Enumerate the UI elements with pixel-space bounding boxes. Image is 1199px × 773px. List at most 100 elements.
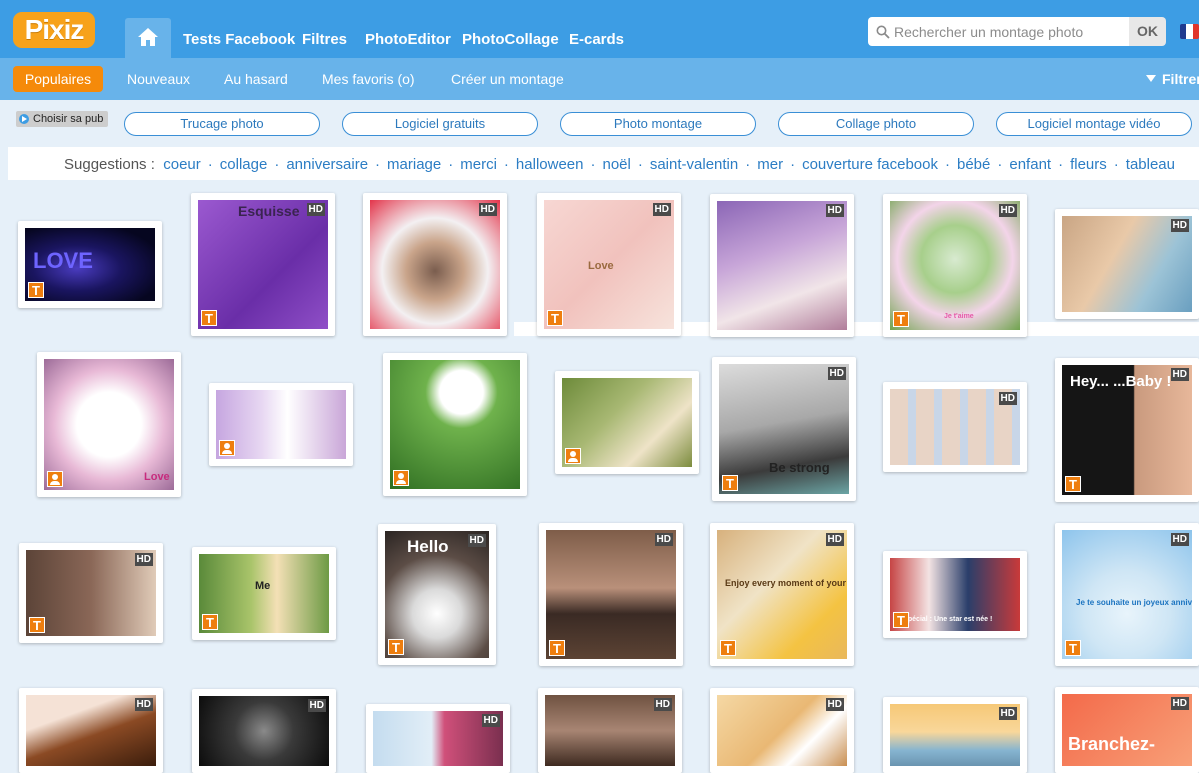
montage-card[interactable]: HD	[363, 193, 507, 336]
suggestion-separator: ·	[790, 156, 796, 173]
suggestion-link[interactable]: halloween	[516, 156, 584, 173]
hd-badge: HD	[998, 204, 1017, 217]
french-flag-icon[interactable]	[1180, 24, 1199, 39]
text-template-icon: T	[549, 640, 565, 656]
montage-card[interactable]: Esquisse HD T	[191, 193, 335, 336]
nav-tests-facebook[interactable]: Tests Facebook	[183, 31, 295, 48]
pill-logiciel-gratuits[interactable]: Logiciel gratuits	[342, 112, 538, 136]
montage-card[interactable]: Je te souhaite un joyeux anniversaire HD T	[1055, 523, 1199, 666]
suggestion-link[interactable]: anniversaire	[286, 156, 368, 173]
montage-card[interactable]: Enjoy every moment of your life HD T	[710, 523, 854, 666]
hd-badge: HD	[1170, 368, 1189, 381]
sub-navigation-bar: Populaires Nouveaux Au hasard Mes favori…	[0, 58, 1199, 100]
montage-card[interactable]: HD T	[19, 543, 163, 643]
montage-card[interactable]	[383, 353, 527, 496]
montage-thumbnail: Hey... ...Baby ! HD T	[1062, 365, 1192, 495]
montage-thumbnail: Je t'aime HD T	[890, 201, 1020, 330]
montage-card[interactable]: Me T	[192, 547, 336, 640]
montage-card[interactable]: Love HD T	[537, 193, 681, 336]
tab-nouveaux[interactable]: Nouveaux	[127, 71, 190, 87]
montage-card[interactable]: HD	[710, 194, 854, 337]
nav-filtres[interactable]: Filtres	[302, 31, 347, 48]
nav-photoeditor[interactable]: PhotoEditor	[365, 31, 451, 48]
suggestion-link[interactable]: saint-valentin	[650, 156, 738, 173]
montage-card[interactable]: HD	[883, 697, 1027, 773]
montage-card[interactable]: Branchez- HD	[1055, 687, 1199, 773]
suggestion-link[interactable]: coeur	[163, 156, 201, 173]
montage-card[interactable]: spécial : Une star est née ! T	[883, 551, 1027, 638]
thumbnail-caption: Esquisse	[238, 203, 300, 219]
hd-badge: HD	[825, 533, 844, 546]
suggestion-separator: ·	[274, 156, 280, 173]
pill-collage-photo[interactable]: Collage photo	[778, 112, 974, 136]
search-input[interactable]	[894, 21, 1122, 42]
montage-card[interactable]: LOVE T	[18, 221, 162, 308]
person-icon	[47, 471, 63, 487]
pill-photo-montage[interactable]: Photo montage	[560, 112, 756, 136]
thumbnail-caption: Me	[255, 580, 271, 592]
montage-thumbnail: HD T	[546, 530, 676, 659]
search-icon	[876, 25, 890, 39]
suggestion-link[interactable]: bébé	[957, 156, 990, 173]
choose-ad-label: Choisir sa pub	[33, 113, 104, 125]
tab-populaires[interactable]: Populaires	[13, 66, 103, 92]
search-box	[868, 17, 1129, 46]
thumbnail-caption: Je te souhaite un joyeux anniversaire	[1076, 598, 1192, 607]
home-tab[interactable]	[125, 18, 171, 58]
text-template-icon: T	[722, 475, 738, 491]
choose-ad-button[interactable]: Choisir sa pub	[16, 111, 108, 127]
montage-thumbnail	[216, 390, 346, 459]
montage-thumbnail: Esquisse HD T	[198, 200, 328, 329]
top-navigation-bar: Pixiz Tests Facebook Filtres PhotoEditor…	[0, 0, 1199, 58]
montage-thumbnail: Be strong HD T	[719, 364, 849, 494]
montage-thumbnail: Love	[44, 359, 174, 490]
nav-ecards[interactable]: E-cards	[569, 31, 624, 48]
text-template-icon: T	[720, 640, 736, 656]
tab-creer-montage[interactable]: Créer un montage	[451, 71, 564, 87]
nav-photocollage[interactable]: PhotoCollage	[462, 31, 559, 48]
montage-card[interactable]: HD T	[539, 523, 683, 666]
text-template-icon: T	[202, 614, 218, 630]
thumbnail-caption: LOVE	[33, 248, 93, 273]
tab-au-hasard[interactable]: Au hasard	[224, 71, 288, 87]
pill-logiciel-montage-video[interactable]: Logiciel montage vidéo	[996, 112, 1192, 136]
montage-card[interactable]: HD	[366, 704, 510, 773]
suggestion-separator: ·	[503, 156, 509, 173]
suggestion-separator: ·	[375, 156, 381, 173]
pixiz-logo[interactable]: Pixiz	[13, 12, 95, 48]
suggestion-link[interactable]: tableau	[1126, 156, 1175, 173]
hd-badge: HD	[998, 707, 1017, 720]
tab-mes-favoris[interactable]: Mes favoris (o)	[322, 71, 415, 87]
montage-card[interactable]: Be strong HD T	[712, 357, 856, 501]
hd-badge: HD	[1170, 533, 1189, 546]
hd-badge: HD	[652, 203, 671, 216]
pill-trucage-photo[interactable]: Trucage photo	[124, 112, 320, 136]
montage-card[interactable]: HD	[192, 689, 336, 773]
montage-card[interactable]: HD	[19, 688, 163, 773]
montage-card[interactable]: Hey... ...Baby ! HD T	[1055, 358, 1199, 502]
montage-card[interactable]: HD	[1055, 209, 1199, 319]
montage-card[interactable]	[555, 371, 699, 474]
thumbnail-caption: Be strong	[769, 460, 830, 475]
suggestion-link[interactable]: couverture facebook	[802, 156, 938, 173]
suggestion-link[interactable]: enfant	[1009, 156, 1051, 173]
suggestion-separator: ·	[448, 156, 454, 173]
montage-card[interactable]: HD	[710, 688, 854, 773]
montage-card[interactable]	[209, 383, 353, 466]
montage-card[interactable]: Hello HD T	[378, 524, 496, 665]
montage-card[interactable]: Love	[37, 352, 181, 497]
montage-thumbnail: Branchez- HD	[1062, 694, 1192, 766]
suggestion-link[interactable]: fleurs	[1070, 156, 1107, 173]
suggestion-link[interactable]: noël	[602, 156, 630, 173]
search-ok-button[interactable]: OK	[1129, 17, 1166, 46]
suggestion-link[interactable]: mer	[757, 156, 783, 173]
montage-thumbnail: HD	[199, 696, 329, 766]
filter-button[interactable]: Filtrer	[1146, 71, 1199, 87]
suggestion-link[interactable]: merci	[460, 156, 497, 173]
suggestion-link[interactable]: mariage	[387, 156, 441, 173]
montage-card[interactable]: HD	[538, 688, 682, 773]
montage-card[interactable]: Je t'aime HD T	[883, 194, 1027, 337]
montage-card[interactable]: HD	[883, 382, 1027, 472]
thumbnail-caption: Je t'aime	[944, 313, 974, 320]
suggestion-link[interactable]: collage	[220, 156, 268, 173]
